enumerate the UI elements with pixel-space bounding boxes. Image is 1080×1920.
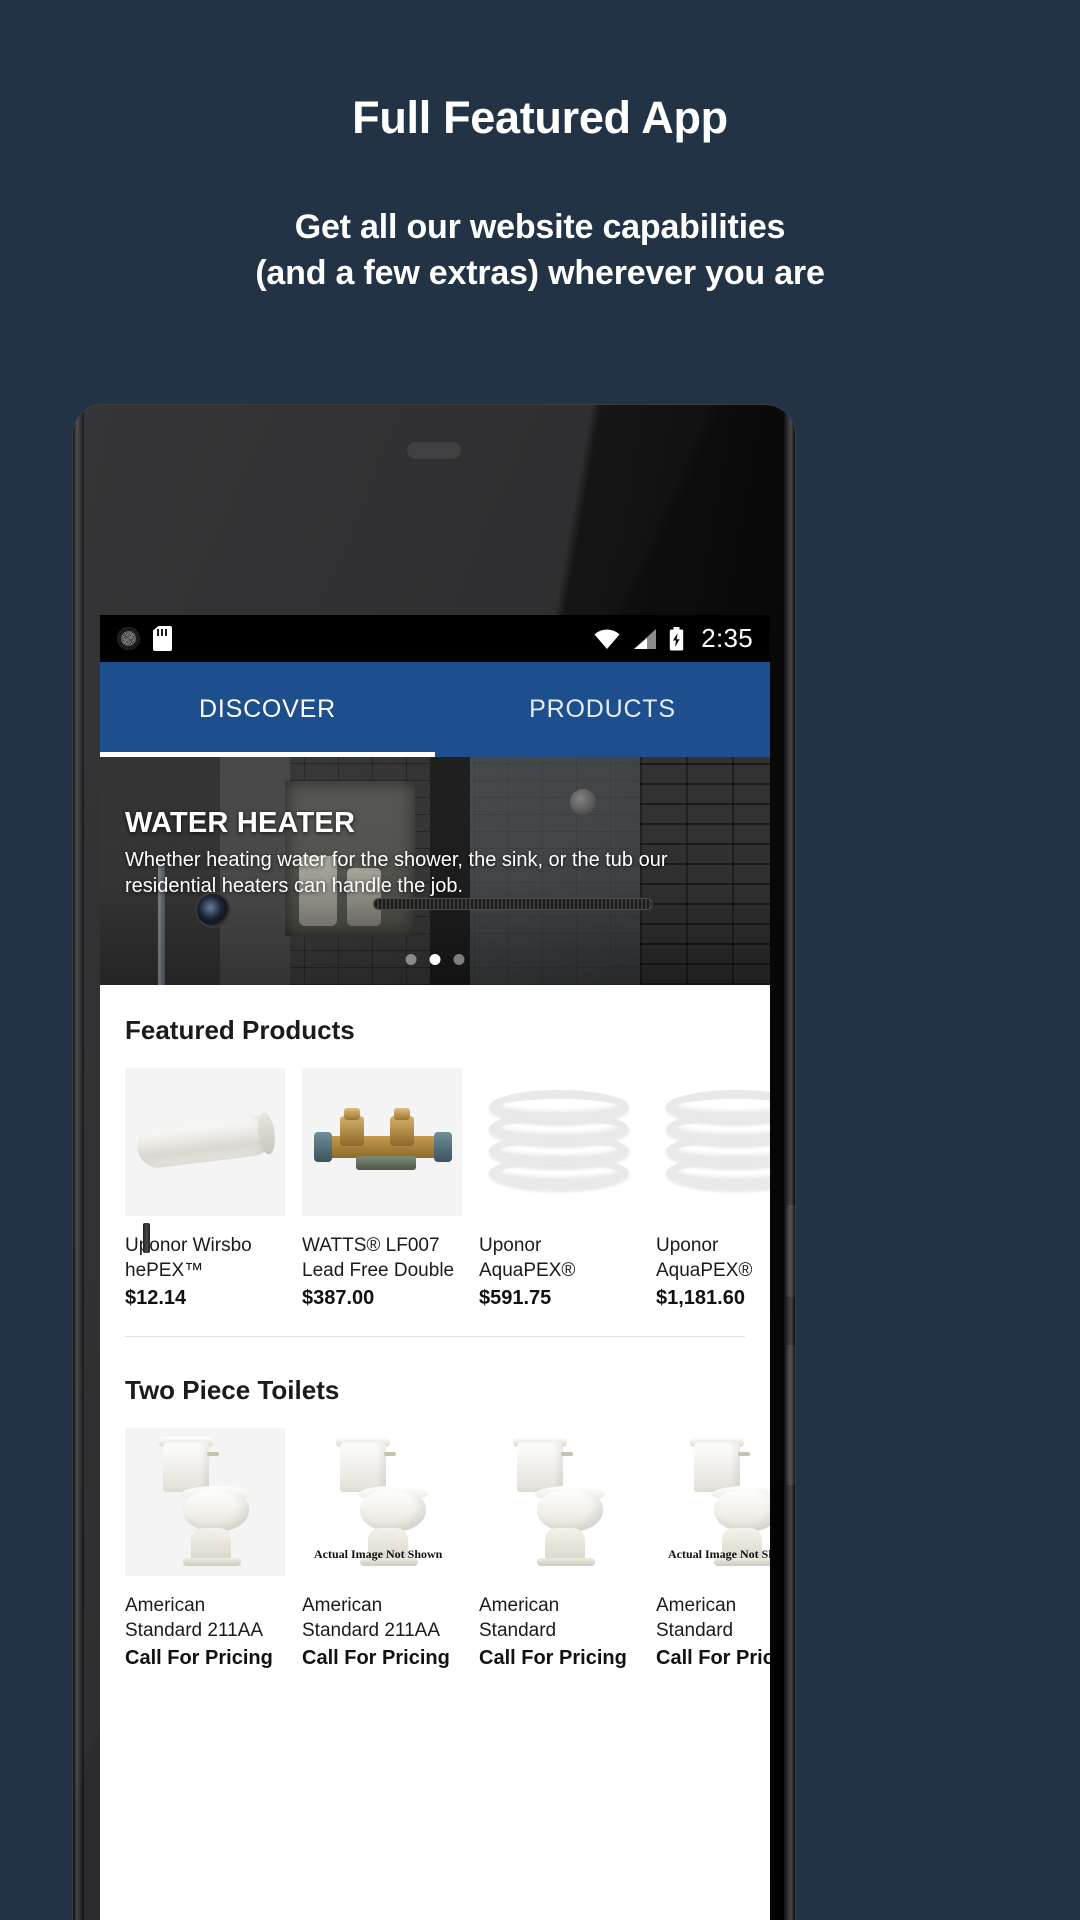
product-name: American Standard 211AA Champion® ...	[125, 1595, 262, 1641]
product-price: $1,181.60	[656, 1287, 745, 1309]
product-thumbnail[interactable]	[479, 1068, 639, 1216]
product-card[interactable]: American Standard 211AA Champion® ... Ca…	[125, 1428, 285, 1670]
section-divider	[125, 1336, 745, 1337]
hero-text-block: WATER HEATER Whether heating water for t…	[125, 807, 750, 899]
product-thumbnail[interactable]	[479, 1428, 639, 1576]
product-name: WATTS® LF007 Lead Free Double Check V...	[302, 1235, 455, 1281]
hero-description: Whether heating water for the shower, th…	[125, 849, 668, 897]
carousel-dot-2[interactable]	[429, 954, 441, 965]
hero-title: WATER HEATER	[125, 807, 356, 839]
product-price: Call For Pricing	[656, 1647, 770, 1669]
product-thumbnail[interactable]	[125, 1428, 285, 1576]
carousel-pagination-dots[interactable]	[405, 954, 465, 965]
volume-button[interactable]	[786, 1345, 795, 1485]
section-title-featured-products: Featured Products	[125, 1015, 355, 1045]
product-name: American Standard 211AA004.020 Cha...	[479, 1595, 560, 1641]
product-price: Call For Pricing	[302, 1647, 450, 1669]
product-carousel-featured[interactable]: Uponor Wirsbo hePEX™ A1922000 T... $12.1…	[100, 1046, 770, 1310]
actual-image-not-shown-label: Actual Image Not Shown	[668, 1547, 770, 1561]
page-subtitle-line-1: Get all our website capabilities	[294, 208, 786, 246]
product-price: Call For Pricing	[479, 1647, 627, 1669]
product-price: $591.75	[479, 1287, 552, 1309]
power-button[interactable]	[786, 1205, 795, 1297]
carousel-dot-3[interactable]	[453, 954, 465, 965]
product-name: Uponor AquaPEX® F1061500 Tubing, 1-...	[479, 1235, 576, 1281]
product-price: Call For Pricing	[125, 1647, 273, 1669]
android-status-bar: 2:35	[100, 615, 770, 662]
product-name: American Standard 211AA Champion® ...	[302, 1595, 439, 1641]
pex-pipe-icon	[134, 1111, 276, 1171]
product-name: American Standard 211AA004.020 Cha...	[656, 1595, 737, 1641]
page-subtitle: Get all our website capabilities (and a …	[0, 204, 1080, 296]
product-card[interactable]: Uponor Wirsbo hePEX™ A1922000 T... $12.1…	[125, 1068, 285, 1310]
product-card[interactable]: WATTS® LF007 Lead Free Double Check V...…	[302, 1068, 462, 1310]
actual-image-not-shown-label: Actual Image Not Shown	[314, 1547, 443, 1561]
phone-right-edge	[784, 405, 795, 1920]
tubing-coil-icon	[489, 1090, 629, 1198]
front-camera-icon	[197, 894, 229, 926]
section-featured-products: Featured Products Uponor Wirsbo hePEX™ A…	[100, 985, 770, 1345]
tab-bar: DISCOVER PRODUCTS	[100, 662, 770, 757]
product-price: $12.14	[125, 1287, 187, 1309]
phone-top-sensor	[407, 442, 461, 459]
product-carousel-toilets[interactable]: American Standard 211AA Champion® ... Ca…	[100, 1406, 770, 1670]
promo-screenshot: Full Featured App Get all our website ca…	[0, 0, 1080, 1920]
product-card[interactable]: Uponor AquaPEX® F1062000 Tubing, 2-... $…	[656, 1068, 770, 1310]
earpiece-speaker	[373, 898, 653, 910]
product-thumbnail[interactable]	[656, 1068, 770, 1216]
status-bar-clock: 2:35	[701, 623, 753, 653]
toilet-icon	[511, 1437, 607, 1566]
carousel-dot-1[interactable]	[405, 954, 417, 965]
product-card[interactable]: American Standard 211AA004.020 Cha... Ca…	[479, 1428, 639, 1670]
product-thumbnail[interactable]: Actual Image Not Shown	[302, 1428, 462, 1576]
toilet-icon	[157, 1437, 253, 1566]
tab-products[interactable]: PRODUCTS	[435, 662, 770, 757]
toilet-icon	[334, 1437, 430, 1566]
product-card[interactable]: Actual Image Not Shown American Standard…	[656, 1428, 770, 1670]
battery-charging-icon	[669, 626, 684, 650]
status-bar-left-icons	[117, 626, 172, 651]
sync-icon	[117, 627, 140, 650]
product-card[interactable]: Actual Image Not Shown American Standard…	[302, 1428, 462, 1670]
product-name: Uponor AquaPEX® F1062000 Tubing, 2-...	[656, 1235, 753, 1281]
backflow-valve-icon	[314, 1108, 452, 1172]
sd-card-icon	[153, 626, 172, 651]
left-side-accent	[143, 1223, 150, 1253]
wifi-icon	[594, 628, 620, 649]
product-card[interactable]: Uponor AquaPEX® F1061500 Tubing, 1-... $…	[479, 1068, 639, 1310]
section-title-two-piece-toilets: Two Piece Toilets	[125, 1375, 340, 1405]
hero-carousel[interactable]: WATER HEATER Whether heating water for t…	[100, 757, 770, 985]
product-thumbnail[interactable]: Actual Image Not Shown	[656, 1428, 770, 1576]
status-bar-right-icons: 2:35	[593, 623, 753, 654]
toilet-icon	[688, 1437, 770, 1566]
app-screen: 2:35 DISCOVER PRODUCTS WATER HEATER Whet…	[100, 615, 770, 1920]
tab-discover[interactable]: DISCOVER	[100, 662, 435, 757]
section-two-piece-toilets: Two Piece Toilets American Standard 211A…	[100, 1345, 770, 1678]
phone-left-edge	[73, 405, 84, 1920]
page-title: Full Featured App	[352, 92, 728, 143]
cellular-signal-icon	[634, 628, 657, 649]
product-thumbnail[interactable]	[125, 1068, 285, 1216]
product-price: $387.00	[302, 1287, 375, 1309]
phone-device-mockup: 2:35 DISCOVER PRODUCTS WATER HEATER Whet…	[73, 405, 795, 1920]
product-thumbnail[interactable]	[302, 1068, 462, 1216]
page-subtitle-line-2: (and a few extras) wherever you are	[255, 254, 825, 292]
tubing-coil-icon	[666, 1090, 770, 1198]
